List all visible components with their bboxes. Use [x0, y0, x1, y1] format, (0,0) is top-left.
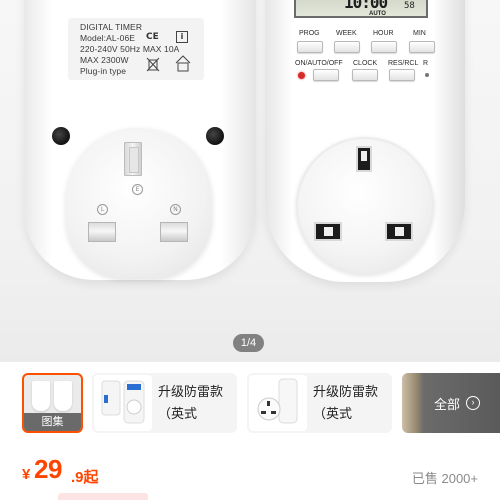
variant-card[interactable]: 升级防雷款（英式 — [92, 373, 237, 433]
product-image-carousel[interactable]: DIGITAL TIMER Model:AL-06E 220-240V 50Hz… — [0, 0, 500, 362]
live-mark: L — [97, 204, 108, 215]
neutral-mark: N — [170, 204, 181, 215]
price-currency: ¥ — [22, 466, 31, 483]
sold-count: 已售 2000+ — [411, 471, 478, 486]
image-pager: 1/4 — [233, 334, 264, 352]
spec-line: DIGITAL TIMER — [80, 22, 143, 32]
r-label: R — [423, 60, 429, 67]
price-integer: 29 — [34, 454, 62, 484]
res-rcl-button — [389, 69, 415, 81]
min-label: MIN — [413, 30, 426, 37]
variant-title: 升级防雷款（英式 — [313, 384, 379, 421]
indoor-use-icon — [175, 55, 191, 72]
weee-bin-icon — [146, 57, 160, 72]
view-all-label: 全部 — [434, 397, 461, 412]
status-led — [298, 72, 305, 79]
earth-slot — [356, 146, 372, 172]
spec-line: MAX 2300W — [80, 55, 129, 65]
thumb-device-image — [54, 381, 72, 411]
week-label: WEEK — [336, 30, 357, 37]
variant-image — [94, 375, 152, 431]
gallery-caption: 图集 — [24, 413, 81, 431]
variant-card[interactable]: 升级防雷款（英式 — [247, 373, 392, 433]
variant-timer-image — [101, 380, 145, 424]
info-icon: i — [176, 31, 188, 43]
clock-label: CLOCK — [353, 60, 378, 67]
neutral-slot — [385, 222, 413, 241]
clock-button — [352, 69, 378, 81]
ce-mark: CE — [146, 32, 159, 42]
prog-label: PROG — [299, 30, 320, 37]
on-auto-off-label: ON/AUTO/OFF — [295, 60, 343, 67]
earth-mark: E — [132, 184, 143, 195]
screw-right — [206, 127, 224, 145]
gallery-thumbnail[interactable]: 图集 — [22, 373, 83, 433]
promo-tag-edge — [58, 493, 148, 500]
hour-label: HOUR — [373, 30, 394, 37]
min-button — [409, 41, 435, 53]
screw-left — [52, 127, 70, 145]
earth-pin — [124, 142, 142, 176]
on-auto-off-button — [313, 69, 339, 81]
reset-hole — [425, 73, 429, 77]
lcd-seconds: 58 — [404, 1, 415, 11]
price-decimal: .9起 — [71, 469, 99, 486]
variant-timer-image — [257, 378, 298, 424]
hour-button — [371, 41, 397, 53]
spec-line: Plug-in type — [80, 66, 127, 76]
chevron-right-icon: › — [466, 396, 480, 410]
live-slot — [314, 222, 342, 241]
res-rcl-label: RES/RCL — [388, 60, 419, 67]
thumb-device-image — [32, 381, 50, 411]
variant-title: 升级防雷款（英式 — [158, 384, 224, 421]
variant-image — [249, 375, 307, 431]
spec-line: 220-240V 50Hz MAX 10A — [80, 44, 180, 54]
view-all-images-button[interactable]: 全部 — [402, 373, 500, 433]
live-pin — [88, 222, 116, 242]
neutral-pin — [160, 222, 188, 242]
prog-button — [297, 41, 323, 53]
spec-line: Model:AL-06E — [80, 33, 136, 43]
week-button — [334, 41, 360, 53]
lcd-mode: AUTO — [369, 11, 386, 17]
